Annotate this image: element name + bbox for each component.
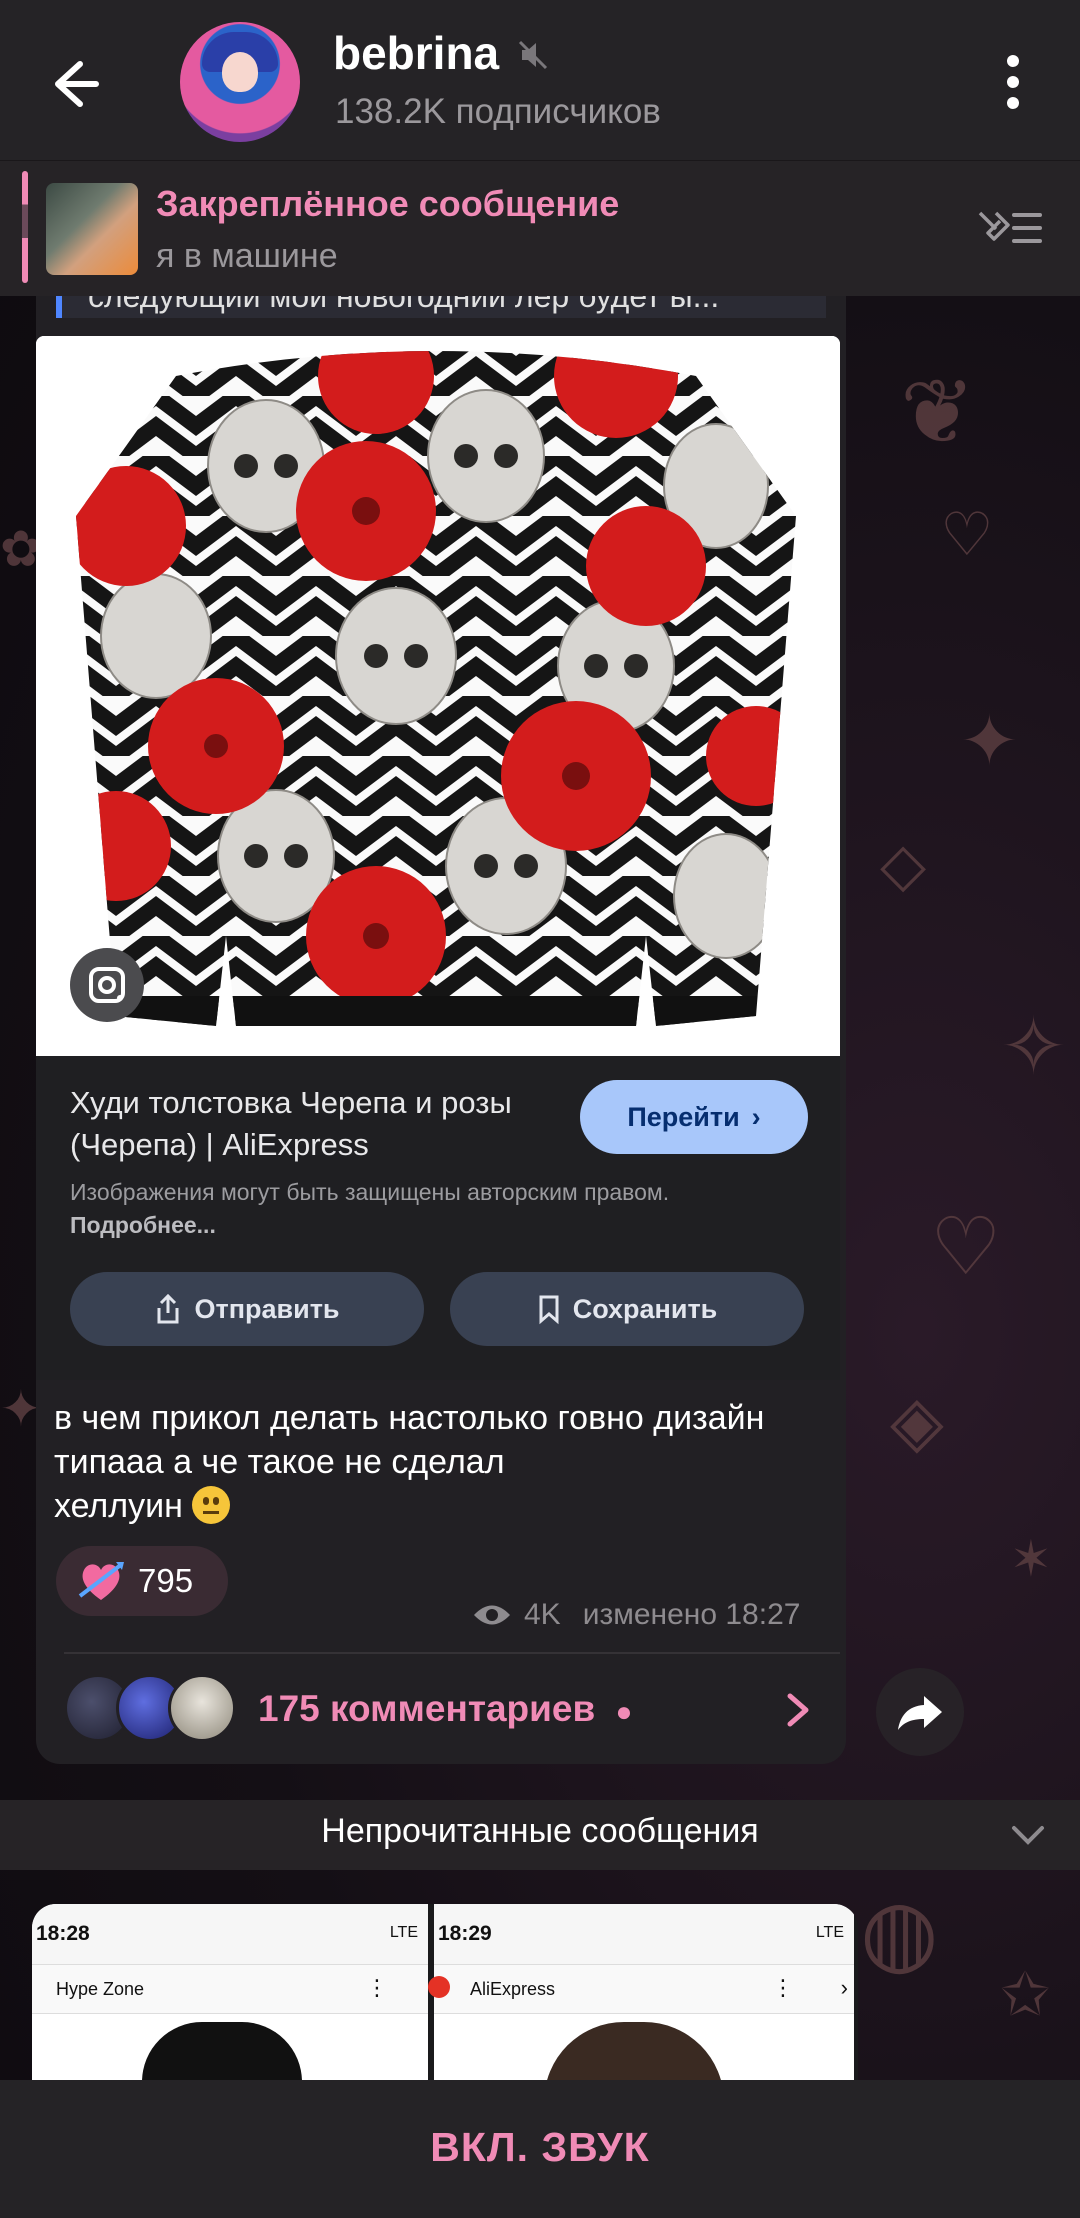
post-text-line-3: хеллуин xyxy=(54,1487,183,1525)
chevron-right-icon[interactable] xyxy=(778,1690,818,1730)
pinned-label: Закреплённое сообщение xyxy=(156,183,620,224)
pinned-thumbnail xyxy=(46,183,138,275)
channel-post-bubble[interactable]: следующий мой новогодний лер будет ы... xyxy=(36,296,846,1764)
neutral-face-emoji-icon xyxy=(192,1486,231,1525)
screenshot-time: 18:29 xyxy=(438,1922,492,1945)
chevron-down-icon[interactable] xyxy=(1008,1820,1048,1850)
screenshot-app-name: AliExpress xyxy=(470,1979,556,1999)
chat-screen: ❦ ♡ ✦ ◇ ✧ ♡ ◈ ✶ ◍ ✩ ✿ ✦ bebrina 138.2K п… xyxy=(0,0,1080,2218)
pinned-message-bar[interactable]: Закреплённое сообщение я в машине xyxy=(0,160,1080,296)
eye-views-icon xyxy=(474,1605,510,1625)
bookmark-icon xyxy=(539,1295,559,1325)
sparkle-doodle-icon: ✧ xyxy=(1000,1000,1068,1093)
comments-divider xyxy=(64,1652,840,1654)
go-button-label: Перейти xyxy=(627,1101,740,1132)
planet-doodle-icon: ◍ xyxy=(860,1880,939,1985)
commenter-avatar xyxy=(168,1674,236,1742)
post-meta: 4K изменено 18:27 xyxy=(472,1598,800,1632)
star-small-doodle-icon: ✶ xyxy=(1010,1530,1052,1588)
learn-more-link[interactable]: Подробнее... xyxy=(70,1212,216,1238)
lens-icon xyxy=(89,967,125,1003)
star-doodle-icon: ✦ xyxy=(960,700,1019,782)
product-title[interactable]: Худи толстовка Черепа и розы (Черепа) | … xyxy=(70,1082,540,1166)
star-outline-doodle-icon: ✩ xyxy=(1000,1960,1051,2030)
screenshot-app-name: Hype Zone xyxy=(56,1979,145,1999)
channel-avatar[interactable] xyxy=(180,22,300,142)
post-text-line-1: в чем прикол делать настолько говно диза… xyxy=(54,1399,765,1437)
google-lens-button[interactable] xyxy=(70,948,144,1022)
share-upload-icon xyxy=(157,1293,179,1324)
commenter-avatars xyxy=(64,1674,274,1744)
heart-with-arrow-icon xyxy=(78,1562,124,1600)
forward-arrow-icon xyxy=(898,1696,942,1730)
chevron-right-icon: › xyxy=(840,1975,848,2000)
unmute-bar[interactable]: ВКЛ. ЗВУК xyxy=(0,2080,1080,2218)
aliexpress-logo-icon xyxy=(428,1976,450,1998)
quoted-message-strip[interactable]: следующий мой новогодний лер будет ы... xyxy=(56,296,826,318)
chat-header: bebrina 138.2K подписчиков xyxy=(0,0,1080,160)
post-text: в чем прикол делать настолько говно диза… xyxy=(54,1396,834,1528)
screenshot-network: LTE xyxy=(815,1924,844,1941)
more-vert-icon: ⋮ xyxy=(366,1975,388,2000)
quoted-text: следующий мой новогодний лер будет ы... xyxy=(88,296,720,314)
comments-count: 175 комментариев xyxy=(258,1688,596,1729)
go-button[interactable]: Перейти › xyxy=(580,1080,808,1154)
screenshot-right: 18:29 LTE AliExpress ⋮ › xyxy=(428,1904,854,2080)
reaction-chip[interactable]: 795 xyxy=(56,1546,228,1616)
heart-doodle-icon: ♡ xyxy=(940,500,994,570)
unread-label: Непрочитанные сообщения xyxy=(321,1812,759,1850)
pinned-text: я в машине xyxy=(156,237,338,275)
screenshot-network: LTE xyxy=(389,1924,418,1941)
edited-time: изменено 18:27 xyxy=(582,1598,801,1631)
chevron-right-icon: › xyxy=(751,1101,761,1132)
lens-result-card: Худи толстовка Черепа и розы (Черепа) | … xyxy=(36,1056,840,1380)
gem-doodle-icon: ◈ xyxy=(890,1380,944,1462)
save-button[interactable]: Сохранить xyxy=(450,1272,804,1346)
subscriber-count: 138.2K подписчиков xyxy=(335,92,661,131)
channel-title[interactable]: bebrina xyxy=(333,26,499,80)
unread-dot-icon: ● xyxy=(615,1696,633,1727)
screenshot-time: 18:28 xyxy=(36,1922,90,1945)
save-label: Сохранить xyxy=(572,1293,718,1324)
view-count: 4K xyxy=(524,1598,561,1631)
screenshot-model-image xyxy=(544,2022,724,2080)
next-post-bubble[interactable]: 18:28 LTE Hype Zone ⋮ 18:29 LTE AliExpre… xyxy=(32,1904,858,2080)
copyright-note-text: Изображения могут быть защищены авторски… xyxy=(70,1179,670,1205)
pinned-list-icon[interactable] xyxy=(974,203,1044,253)
reaction-count: 795 xyxy=(138,1562,194,1599)
more-vert-icon: ⋮ xyxy=(772,1975,794,2000)
unmute-button-label[interactable]: ВКЛ. ЗВУК xyxy=(0,2124,1080,2171)
screenshot-left: 18:28 LTE Hype Zone ⋮ xyxy=(32,1904,428,2080)
screenshot-product-image xyxy=(142,2022,302,2080)
post-photo[interactable] xyxy=(36,336,840,1056)
muted-speaker-icon xyxy=(518,40,548,70)
skull-hoodie-image xyxy=(36,336,840,1056)
copyright-note: Изображения могут быть защищены авторски… xyxy=(70,1176,710,1242)
diamond-doodle-icon: ◇ xyxy=(880,830,927,900)
forward-button[interactable] xyxy=(876,1668,964,1756)
pinned-indicator xyxy=(22,171,28,283)
post-text-line-2: типааа а че такое не сделал xyxy=(54,1443,505,1481)
back-arrow-icon[interactable] xyxy=(44,52,108,116)
heart-outline-doodle-icon: ♡ xyxy=(930,1200,1002,1293)
comments-link[interactable]: 175 комментариев ● xyxy=(258,1688,632,1730)
leaf-doodle-icon: ❦ xyxy=(900,360,976,465)
more-vert-icon[interactable] xyxy=(998,55,1028,115)
share-label: Отправить xyxy=(194,1293,340,1324)
share-button[interactable]: Отправить xyxy=(70,1272,424,1346)
unread-messages-divider: Непрочитанные сообщения xyxy=(0,1800,1080,1870)
